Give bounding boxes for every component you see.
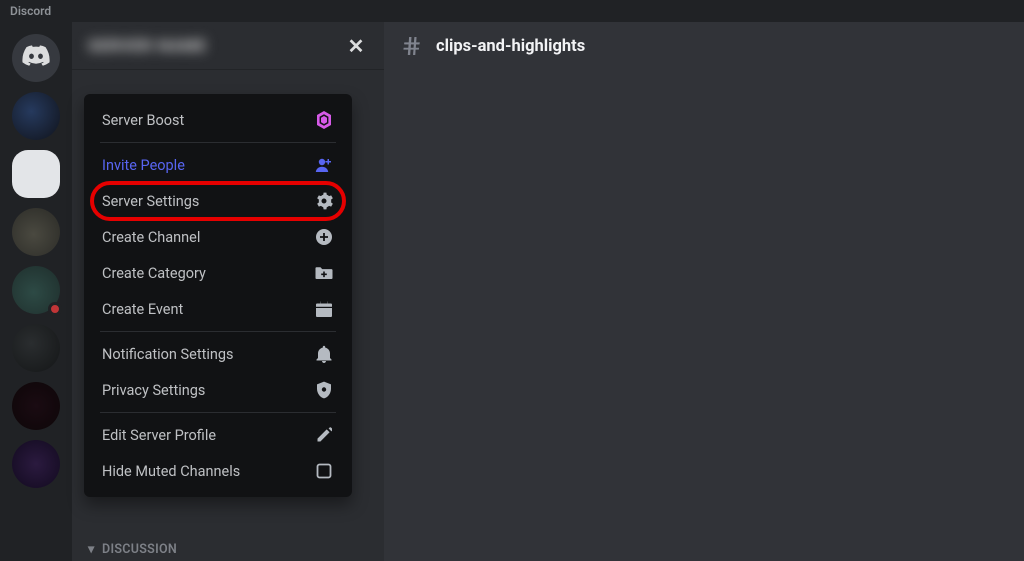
menu-label: Edit Server Profile [102, 427, 216, 444]
chevron-down-icon: ▾ [88, 541, 95, 557]
checkbox-empty-icon [314, 461, 334, 481]
server-dropdown-menu: Server Boost Invite People Server Settin… [84, 94, 352, 497]
server-icon[interactable] [12, 324, 60, 372]
menu-label: Notification Settings [102, 346, 233, 363]
channel-sidebar: SERVER NAME ✕ Server Boost Invite People… [72, 22, 384, 561]
menu-create-channel[interactable]: Create Channel [92, 219, 344, 255]
calendar-plus-icon [314, 299, 334, 319]
menu-notification-settings[interactable]: Notification Settings [92, 336, 344, 372]
server-header[interactable]: SERVER NAME ✕ [72, 22, 384, 70]
server-icon[interactable] [12, 382, 60, 430]
menu-invite-people[interactable]: Invite People [92, 147, 344, 183]
menu-separator [100, 412, 336, 413]
bell-icon [314, 344, 334, 364]
menu-hide-muted-channels[interactable]: Hide Muted Channels [92, 453, 344, 489]
boost-icon [314, 110, 334, 130]
menu-create-event[interactable]: Create Event [92, 291, 344, 327]
menu-server-boost[interactable]: Server Boost [92, 102, 344, 138]
server-icon[interactable] [12, 266, 60, 314]
discord-logo-icon [22, 45, 50, 71]
server-rail [0, 22, 72, 561]
invite-person-icon [314, 155, 334, 175]
server-name: SERVER NAME [88, 36, 207, 55]
menu-label: Server Settings [102, 193, 199, 210]
menu-server-settings[interactable]: Server Settings [92, 183, 344, 219]
channel-header: clips-and-highlights [384, 22, 1024, 70]
menu-label: Hide Muted Channels [102, 463, 240, 480]
category-label: DISCUSSION [102, 542, 177, 557]
pencil-icon [314, 425, 334, 445]
close-icon[interactable]: ✕ [344, 34, 368, 58]
menu-separator [100, 331, 336, 332]
menu-edit-server-profile[interactable]: Edit Server Profile [92, 417, 344, 453]
menu-privacy-settings[interactable]: Privacy Settings [92, 372, 344, 408]
menu-label: Create Channel [102, 229, 200, 246]
server-icon-selected[interactable] [12, 150, 60, 198]
app-title: Discord [10, 4, 51, 18]
shield-icon [314, 380, 334, 400]
menu-label: Privacy Settings [102, 382, 205, 399]
server-icon[interactable] [12, 92, 60, 140]
status-badge-icon [48, 302, 62, 316]
folder-plus-icon [314, 263, 334, 283]
hash-icon [400, 34, 424, 58]
main-layout: SERVER NAME ✕ Server Boost Invite People… [0, 22, 1024, 561]
channel-category-fragment[interactable]: ▾ DISCUSSION [88, 541, 177, 557]
menu-label: Server Boost [102, 112, 184, 129]
server-icon[interactable] [12, 440, 60, 488]
menu-label: Create Event [102, 301, 183, 318]
server-icon[interactable] [12, 208, 60, 256]
menu-label: Invite People [102, 157, 185, 174]
content-area: clips-and-highlights [384, 22, 1024, 561]
title-bar: Discord [0, 0, 1024, 22]
gear-icon [314, 191, 334, 211]
home-button[interactable] [12, 34, 60, 82]
menu-create-category[interactable]: Create Category [92, 255, 344, 291]
plus-circle-icon [314, 227, 334, 247]
menu-label: Create Category [102, 265, 206, 282]
channel-name: clips-and-highlights [436, 37, 585, 56]
menu-separator [100, 142, 336, 143]
